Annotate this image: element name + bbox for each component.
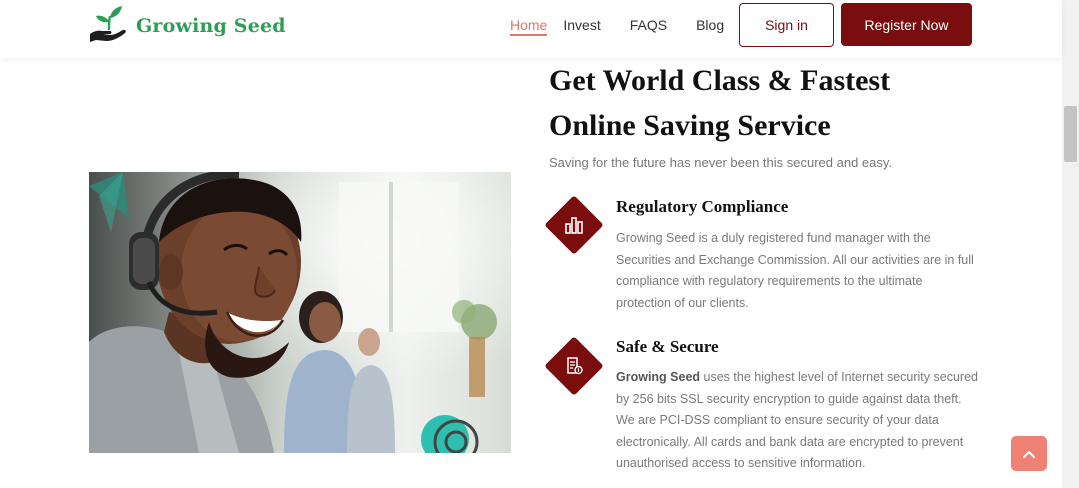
register-button[interactable]: Register Now (841, 3, 972, 46)
back-to-top-button[interactable] (1011, 436, 1047, 471)
feature-description-text: uses the highest level of Internet secur… (616, 370, 978, 470)
page: Growing Seed Home Invest FAQS Blog Sign … (0, 0, 1079, 488)
support-agent-image (89, 172, 511, 453)
brand-logo[interactable]: Growing Seed (88, 4, 286, 44)
site-header: Growing Seed Home Invest FAQS Blog Sign … (0, 0, 1062, 58)
nav-link-home[interactable]: Home (510, 17, 548, 36)
nav-link-blog[interactable]: Blog (696, 17, 724, 36)
scrollbar-thumb[interactable] (1064, 106, 1077, 162)
hero-title-line-1: Get World Class & Fastest (549, 64, 891, 97)
scrollbar-track[interactable] (1062, 0, 1079, 488)
seedling-hand-icon (90, 6, 126, 42)
feature-title: Safe & Secure (616, 337, 719, 356)
bar-chart-icon (559, 210, 589, 240)
brand-name: Growing Seed (136, 15, 286, 37)
nav-link-faqs[interactable]: FAQS (630, 17, 667, 36)
secure-document-icon (559, 351, 589, 381)
feature-description: Growing Seed is a duly registered fund m… (616, 231, 974, 310)
hero-subtitle: Saving for the future has never been thi… (549, 155, 893, 170)
nav-link-invest[interactable]: Invest (563, 17, 600, 36)
main-nav: Home Invest FAQS Blog (510, 17, 753, 36)
feature-brand-name: Growing Seed (616, 370, 701, 384)
feature-title: Regulatory Compliance (616, 197, 789, 216)
chevron-up-icon (1023, 450, 1035, 458)
hero-photo (89, 172, 511, 453)
hero-title-line-2: Online Saving Service (549, 109, 831, 142)
hero-title: Get World Class & Fastest Online Saving … (549, 58, 969, 148)
feature-description: Growing Seed uses the highest level of I… (616, 367, 978, 475)
signin-button[interactable]: Sign in (739, 3, 834, 47)
